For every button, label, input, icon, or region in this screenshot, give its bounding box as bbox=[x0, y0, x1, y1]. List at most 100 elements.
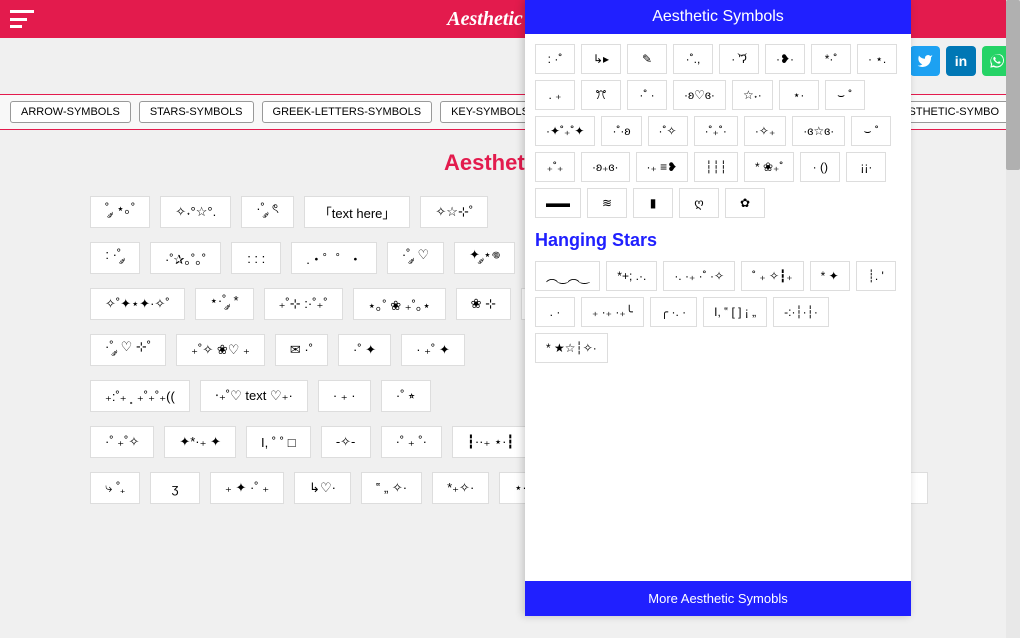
overlay-body: : ·˚↳▸✎·˚.,· ͝'ʔ·❥·*·˚· ⋆. . ₊ꔫ·˚ ··ʚ♡ɞ·☆… bbox=[525, 34, 911, 581]
twitter-button[interactable] bbox=[910, 46, 940, 76]
category-arrow[interactable]: ARROW-SYMBOLS bbox=[10, 101, 131, 123]
overlay-symbol-item[interactable]: ▬▬ bbox=[535, 188, 581, 218]
symbol-item[interactable]: ₊˚⊹ :·˚₊˚ bbox=[264, 288, 343, 320]
hanging-stars-title: Hanging Stars bbox=[535, 230, 901, 251]
overlay-grid-1: : ·˚↳▸✎·˚.,· ͝'ʔ·❥·*·˚· ⋆. . ₊ꔫ·˚ ··ʚ♡ɞ·☆… bbox=[535, 44, 901, 218]
menu-icon[interactable] bbox=[10, 10, 34, 28]
symbol-item[interactable]: ʒ bbox=[150, 472, 200, 504]
overlay-symbol-item[interactable]: ┆┆┆ bbox=[694, 152, 738, 182]
twitter-icon bbox=[917, 53, 933, 69]
symbol-item[interactable]: ✉ ·˚ bbox=[275, 334, 328, 366]
overlay-symbol-item[interactable]: ︵‿︵‿ bbox=[535, 261, 600, 291]
overlay-symbol-item[interactable]: * ★☆┆✧· bbox=[535, 333, 608, 363]
symbol-item[interactable]: · ₊ · bbox=[318, 380, 371, 412]
overlay-panel: Aesthetic Symbols : ·˚↳▸✎·˚.,· ͝'ʔ·❥·*·˚… bbox=[525, 0, 911, 616]
symbol-item[interactable]: .・゜゜・ bbox=[291, 242, 377, 274]
overlay-symbol-item[interactable]: ·˚ · bbox=[627, 80, 667, 110]
symbol-item[interactable]: I, ˚ ˚ □ bbox=[246, 426, 311, 458]
symbol-item[interactable]: ‧₊˚♡ text ♡₊· bbox=[200, 380, 308, 412]
symbol-item[interactable]: ❀ ⊹ bbox=[456, 288, 511, 320]
symbol-item[interactable]: 「text here」 bbox=[304, 196, 411, 228]
symbol-item[interactable]: ✦*·₊ ✦ bbox=[164, 426, 236, 458]
symbol-item[interactable]: ·˚ ₊˚✧ bbox=[90, 426, 154, 458]
symbol-item[interactable]: ‟ „ ✧· bbox=[361, 472, 422, 504]
overlay-symbol-item[interactable]: ╭ ·. · bbox=[650, 297, 697, 327]
category-greek[interactable]: GREEK-LETTERS-SYMBOLS bbox=[262, 101, 433, 123]
overlay-symbol-item[interactable]: ▮ bbox=[633, 188, 673, 218]
overlay-symbol-item[interactable]: ღ bbox=[679, 188, 719, 218]
overlay-symbol-item[interactable]: ✎ bbox=[627, 44, 667, 74]
symbol-item[interactable]: ₊ ✦ ·˚ ₊ bbox=[210, 472, 284, 504]
symbol-item[interactable]: ✦ ༘⋆𖦹 bbox=[454, 242, 515, 274]
symbol-item[interactable]: ⤷ ˚₊ bbox=[90, 472, 140, 504]
overlay-symbol-item[interactable]: * ❀₊˚ bbox=[744, 152, 794, 182]
overlay-symbol-item[interactable]: ·✦˚₊˚✦ bbox=[535, 116, 595, 146]
overlay-symbol-item[interactable]: ·❥· bbox=[765, 44, 805, 74]
overlay-symbol-item[interactable]: ·✧₊ bbox=[744, 116, 786, 146]
symbol-item[interactable]: ·˚ ༘ ♡ bbox=[387, 242, 444, 274]
overlay-symbol-item[interactable]: ┊. ' bbox=[856, 261, 896, 291]
overlay-symbol-item[interactable]: ·₊ ≡❥ bbox=[636, 152, 689, 182]
symbol-item[interactable]: : : : bbox=[231, 242, 281, 274]
overlay-symbol-item[interactable]: ✿ bbox=[725, 188, 765, 218]
overlay-symbol-item[interactable]: ↳▸ bbox=[581, 44, 621, 74]
linkedin-button[interactable]: in bbox=[946, 46, 976, 76]
symbol-item[interactable]: ↳♡· bbox=[294, 472, 351, 504]
symbol-item[interactable]: · ₊˚ ✦ bbox=[401, 334, 465, 366]
overlay-symbol-item[interactable]: ꔫ bbox=[581, 80, 621, 110]
overlay-symbol-item[interactable]: : ·˚ bbox=[535, 44, 575, 74]
overlay-symbol-item[interactable]: ⌣ ˚ bbox=[825, 80, 865, 110]
symbol-item[interactable]: : ·˚ ༘ bbox=[90, 242, 140, 274]
symbol-item[interactable]: ✧☆⊹˚ bbox=[420, 196, 488, 228]
overlay-symbol-item[interactable]: -:·┆·┆· bbox=[773, 297, 829, 327]
symbol-item[interactable]: ·˚ ༘ ৎ bbox=[241, 196, 294, 228]
scroll-thumb[interactable] bbox=[1006, 0, 1020, 170]
overlay-symbol-item[interactable]: ·ʚ♡ɞ· bbox=[673, 80, 726, 110]
symbol-item[interactable]: ⋆·˚ ༘ * bbox=[195, 288, 254, 320]
overlay-symbol-item[interactable]: ₊ ·₊ ·₊╰ bbox=[581, 297, 644, 327]
overlay-symbol-item[interactable]: ☆˖· bbox=[732, 80, 773, 110]
symbol-item[interactable]: ₊˚✧ ❀♡ ₊ bbox=[176, 334, 265, 366]
overlay-symbol-item[interactable]: ⋆· bbox=[779, 80, 819, 110]
overlay-symbol-item[interactable]: . · bbox=[535, 297, 575, 327]
overlay-symbol-item[interactable]: . ₊ bbox=[535, 80, 575, 110]
overlay-symbol-item[interactable]: * ✦ bbox=[810, 261, 850, 291]
symbol-item[interactable]: *₊✧· bbox=[432, 472, 489, 504]
symbol-item[interactable]: ·˚✰｡˚｡˚ bbox=[150, 242, 221, 274]
overlay-symbol-item[interactable]: ·ʚ₊ɞ· bbox=[581, 152, 630, 182]
symbol-item[interactable]: ✧˚✦⋆✦·✧˚ bbox=[90, 288, 185, 320]
whatsapp-icon bbox=[989, 53, 1005, 69]
symbol-item[interactable]: ✧˖°☆°. bbox=[160, 196, 231, 228]
symbol-item[interactable]: -✧- bbox=[321, 426, 371, 458]
overlay-symbol-item[interactable]: ≋ bbox=[587, 188, 627, 218]
overlay-symbol-item[interactable]: ˚ ₊ ✧┇₊ bbox=[741, 261, 804, 291]
overlay-symbol-item[interactable]: ·˚₊˚· bbox=[694, 116, 738, 146]
overlay-symbol-item[interactable]: ·˚·ʚ bbox=[601, 116, 641, 146]
symbol-item[interactable]: ·˚ ༘ ♡ ⊹˚ bbox=[90, 334, 166, 366]
symbol-item[interactable]: ·˚ ₊ ˚· bbox=[381, 426, 442, 458]
scrollbar[interactable] bbox=[1006, 0, 1020, 638]
overlay-symbol-item[interactable]: ₊˚₊ bbox=[535, 152, 575, 182]
symbol-item[interactable]: ┇··₊ ⋆·┇ bbox=[452, 426, 529, 458]
overlay-symbol-item[interactable]: I, ‟ [ ] ¡ „ bbox=[703, 297, 767, 327]
overlay-symbol-item[interactable]: · ⋆. bbox=[857, 44, 897, 74]
overlay-symbol-item[interactable]: ¡¡· bbox=[846, 152, 886, 182]
symbol-item[interactable]: ⋆｡˚ ❀ ₊˚｡⋆ bbox=[353, 288, 446, 320]
social-buttons: in bbox=[910, 46, 1012, 76]
overlay-symbol-item[interactable]: *+; .·. bbox=[606, 261, 657, 291]
overlay-symbol-item[interactable]: ·˚., bbox=[673, 44, 713, 74]
symbol-item[interactable]: ˚ ༘ ⋆｡˚ bbox=[90, 196, 150, 228]
overlay-symbol-item[interactable]: ·. ·₊ ·˚ ·✧ bbox=[663, 261, 735, 291]
overlay-symbol-item[interactable]: · () bbox=[800, 152, 840, 182]
overlay-symbol-item[interactable]: ·˚✧ bbox=[648, 116, 688, 146]
overlay-symbol-item[interactable]: ·ɞ☆ɞ· bbox=[792, 116, 845, 146]
category-stars[interactable]: STARS-SYMBOLS bbox=[139, 101, 254, 123]
overlay-symbol-item[interactable]: *·˚ bbox=[811, 44, 851, 74]
overlay-symbol-item[interactable]: ⌣ ˚ bbox=[851, 116, 891, 146]
overlay-symbol-item[interactable]: · ͝'ʔ bbox=[719, 44, 759, 74]
symbol-item[interactable]: ₊:˚₊ ⸼ ₊˚₊˚₊(( bbox=[90, 380, 190, 412]
linkedin-icon: in bbox=[955, 53, 967, 69]
symbol-item[interactable]: ·˚ ✦ bbox=[338, 334, 391, 366]
more-symbols-button[interactable]: More Aesthetic Symobls bbox=[525, 581, 911, 616]
symbol-item[interactable]: ·˚ ⭒ bbox=[381, 380, 431, 412]
